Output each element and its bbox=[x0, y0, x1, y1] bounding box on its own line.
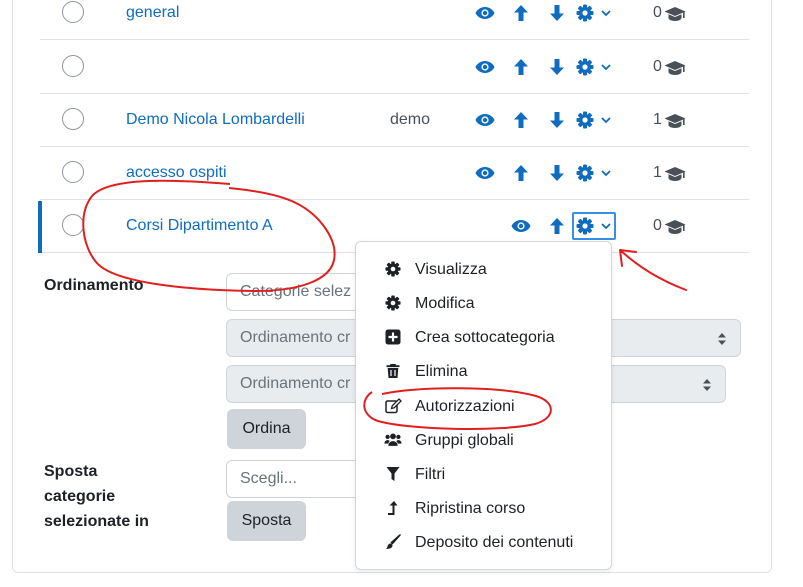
table-row: accesso ospiti 1 bbox=[40, 147, 749, 200]
gear-icon[interactable] bbox=[574, 215, 596, 237]
table-row: 0 bbox=[40, 41, 749, 94]
table-row: general 0 bbox=[40, 0, 749, 40]
eye-icon[interactable] bbox=[474, 109, 496, 131]
menu-item-label: Modifica bbox=[415, 295, 475, 312]
move-button[interactable]: Sposta bbox=[227, 501, 306, 541]
move-label-line: Sposta bbox=[44, 463, 98, 480]
menu-item-content-bank[interactable]: Deposito dei contenuti bbox=[356, 526, 611, 560]
menu-item-label: Autorizzazioni bbox=[415, 398, 515, 415]
menu-item-cohorts[interactable]: Gruppi globali bbox=[356, 424, 611, 458]
row-select-checkbox[interactable] bbox=[62, 161, 84, 183]
row-select-checkbox[interactable] bbox=[62, 1, 84, 23]
trash-icon bbox=[384, 362, 402, 380]
menu-item-label: Visualizza bbox=[415, 261, 487, 278]
category-link[interactable]: Corsi Dipartimento A bbox=[126, 217, 273, 235]
eye-icon[interactable] bbox=[474, 2, 496, 24]
menu-item-label: Gruppi globali bbox=[415, 432, 514, 449]
table-row: Demo Nicola Lombardelli demo 1 bbox=[40, 94, 749, 147]
move-label: Sposta categorie selezionate in bbox=[44, 459, 149, 534]
graduation-cap-icon bbox=[664, 166, 686, 187]
menu-item-label: Elimina bbox=[415, 363, 468, 380]
arrow-up-icon[interactable] bbox=[510, 56, 532, 78]
users-icon bbox=[384, 431, 402, 449]
sort-arrows-icon bbox=[702, 378, 712, 397]
sort-criteria-select-2-value: Ordinamento cr bbox=[240, 375, 351, 392]
plus-square-icon bbox=[384, 328, 402, 346]
edit-icon bbox=[384, 397, 402, 415]
arrow-down-icon[interactable] bbox=[546, 2, 568, 24]
sort-criteria-select-1-value: Ordinamento cr bbox=[240, 329, 351, 346]
category-idnumber: demo bbox=[390, 111, 431, 128]
move-target-select-value: Scegli... bbox=[240, 470, 297, 487]
eye-icon[interactable] bbox=[474, 56, 496, 78]
course-count: 0 bbox=[653, 58, 662, 75]
chevron-down-icon[interactable] bbox=[600, 112, 612, 128]
menu-item-view[interactable]: Visualizza bbox=[356, 253, 611, 287]
gear-icon bbox=[384, 294, 402, 312]
chevron-down-icon[interactable] bbox=[600, 59, 612, 75]
category-link[interactable]: general bbox=[126, 4, 179, 22]
row-select-checkbox[interactable] bbox=[62, 214, 84, 236]
chevron-down-icon[interactable] bbox=[600, 5, 612, 21]
menu-item-label: Crea sottocategoria bbox=[415, 329, 555, 346]
arrow-up-icon[interactable] bbox=[510, 2, 532, 24]
filter-icon bbox=[384, 465, 402, 483]
sort-categories-select-value: Categorie selez bbox=[240, 283, 352, 300]
move-label-line: selezionate in bbox=[44, 513, 149, 530]
menu-item-create-subcategory[interactable]: Crea sottocategoria bbox=[356, 321, 611, 355]
chevron-down-icon[interactable] bbox=[600, 165, 612, 181]
menu-item-delete[interactable]: Elimina bbox=[356, 355, 611, 389]
course-count: 0 bbox=[653, 4, 662, 21]
paint-brush-icon bbox=[384, 533, 402, 551]
graduation-cap-icon bbox=[664, 60, 686, 81]
arrow-up-icon[interactable] bbox=[546, 215, 568, 237]
menu-item-label: Deposito dei contenuti bbox=[415, 534, 574, 551]
chevron-down-icon[interactable] bbox=[600, 218, 612, 234]
eye-icon[interactable] bbox=[474, 162, 496, 184]
category-action-menu: Visualizza Modifica Crea sottocategoria … bbox=[355, 241, 612, 570]
graduation-cap-icon bbox=[664, 219, 686, 240]
gear-icon[interactable] bbox=[574, 162, 596, 184]
menu-item-label: Filtri bbox=[415, 466, 446, 483]
move-label-line: categorie bbox=[44, 488, 116, 505]
arrow-down-icon[interactable] bbox=[546, 162, 568, 184]
sort-arrows-icon bbox=[717, 332, 727, 351]
arrow-up-icon[interactable] bbox=[510, 162, 532, 184]
graduation-cap-icon bbox=[664, 113, 686, 134]
arrow-down-icon[interactable] bbox=[546, 109, 568, 131]
graduation-cap-icon bbox=[664, 6, 686, 27]
course-count: 1 bbox=[653, 111, 662, 128]
category-link[interactable]: Demo Nicola Lombardelli bbox=[126, 111, 305, 129]
gear-icon bbox=[384, 260, 402, 278]
menu-item-filters[interactable]: Filtri bbox=[356, 458, 611, 492]
level-up-icon bbox=[384, 499, 402, 517]
sort-button[interactable]: Ordina bbox=[227, 409, 306, 449]
eye-icon[interactable] bbox=[510, 215, 532, 237]
arrow-up-icon[interactable] bbox=[510, 109, 532, 131]
course-count: 1 bbox=[653, 164, 662, 181]
menu-item-edit[interactable]: Modifica bbox=[356, 287, 611, 321]
gear-icon[interactable] bbox=[574, 56, 596, 78]
gear-icon[interactable] bbox=[574, 109, 596, 131]
sort-label: Ordinamento bbox=[44, 277, 144, 294]
row-select-checkbox[interactable] bbox=[62, 108, 84, 130]
arrow-down-icon[interactable] bbox=[546, 56, 568, 78]
menu-item-restore-course[interactable]: Ripristina corso bbox=[356, 492, 611, 526]
menu-item-permissions[interactable]: Autorizzazioni bbox=[356, 390, 611, 424]
menu-item-label: Ripristina corso bbox=[415, 500, 526, 517]
gear-icon[interactable] bbox=[574, 2, 596, 24]
row-select-checkbox[interactable] bbox=[62, 55, 84, 77]
course-count: 0 bbox=[653, 217, 662, 234]
category-link[interactable]: accesso ospiti bbox=[126, 164, 227, 182]
